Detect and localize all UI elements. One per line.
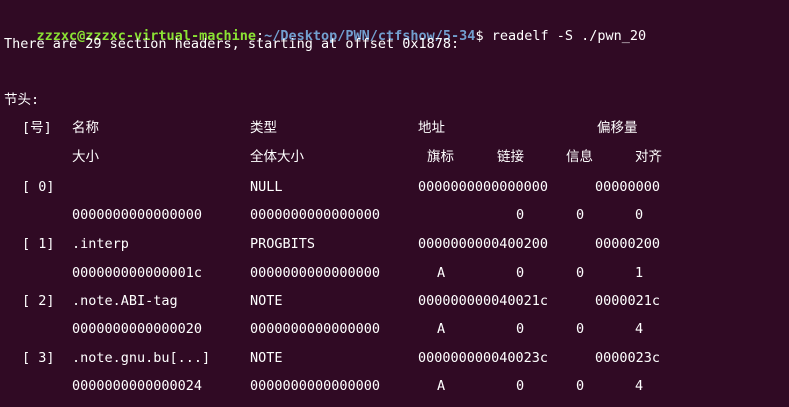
- section-nr: [ 0]: [22, 179, 55, 195]
- section-entsize: 0000000000000000: [250, 265, 381, 281]
- section-type: PROGBITS: [250, 236, 316, 252]
- section-type: NOTE: [250, 293, 283, 309]
- command-text: readelf -S ./pwn_20: [491, 28, 647, 44]
- section-offset: 00000000: [595, 179, 661, 195]
- section-nr: [ 3]: [22, 350, 55, 366]
- section-addr: 000000000040021c: [418, 293, 549, 309]
- section-offset: 0000023c: [595, 350, 661, 366]
- header-size: 大小: [72, 149, 99, 165]
- section-offset: 00000200: [595, 236, 661, 252]
- section-nr: [ 1]: [22, 236, 55, 252]
- section-align: 4: [635, 378, 644, 394]
- section-name: .note.gnu.bu[...]: [72, 350, 211, 366]
- section-flags: A: [437, 265, 446, 281]
- section-addr: 0000000000000000: [418, 179, 549, 195]
- prompt-line: zzzxc@zzzxc-virtual-machine:~/Desktop/PW…: [4, 6, 647, 44]
- section-link: 0: [516, 321, 525, 337]
- section-entsize: 0000000000000000: [250, 378, 381, 394]
- terminal-window[interactable]: zzzxc@zzzxc-virtual-machine:~/Desktop/PW…: [0, 0, 789, 407]
- prompt-dollar: $: [475, 28, 492, 44]
- section-size: 0000000000000020: [72, 321, 203, 337]
- summary-line: There are 29 section headers, starting a…: [4, 36, 460, 52]
- section-heading: 节头:: [4, 92, 40, 108]
- section-link: 0: [516, 207, 525, 223]
- section-type: NOTE: [250, 350, 283, 366]
- section-size: 000000000000001c: [72, 265, 203, 281]
- section-align: 0: [635, 207, 644, 223]
- section-name: .interp: [72, 236, 129, 252]
- section-type: NULL: [250, 179, 283, 195]
- header-nr: [号]: [22, 120, 52, 136]
- header-entsize: 全体大小: [250, 149, 304, 165]
- section-entsize: 0000000000000000: [250, 207, 381, 223]
- section-offset: 0000021c: [595, 293, 661, 309]
- header-type: 类型: [250, 120, 277, 136]
- section-info: 0: [576, 207, 585, 223]
- header-link: 链接: [497, 149, 524, 165]
- section-align: 1: [635, 265, 644, 281]
- section-flags: A: [437, 378, 446, 394]
- section-size: 0000000000000024: [72, 378, 203, 394]
- section-addr: 0000000000400200: [418, 236, 549, 252]
- header-name: 名称: [72, 120, 99, 136]
- section-flags: A: [437, 321, 446, 337]
- section-size: 0000000000000000: [72, 207, 203, 223]
- section-info: 0: [576, 321, 585, 337]
- section-link: 0: [516, 378, 525, 394]
- header-flags: 旗标: [427, 149, 454, 165]
- section-info: 0: [576, 265, 585, 281]
- header-align: 对齐: [635, 149, 662, 165]
- section-name: .note.ABI-tag: [72, 293, 178, 309]
- section-entsize: 0000000000000000: [250, 321, 381, 337]
- section-align: 4: [635, 321, 644, 337]
- header-info: 信息: [566, 149, 593, 165]
- section-addr: 000000000040023c: [418, 350, 549, 366]
- section-nr: [ 2]: [22, 293, 55, 309]
- section-info: 0: [576, 378, 585, 394]
- header-addr: 地址: [418, 120, 445, 136]
- header-offset: 偏移量: [597, 120, 638, 136]
- section-link: 0: [516, 265, 525, 281]
